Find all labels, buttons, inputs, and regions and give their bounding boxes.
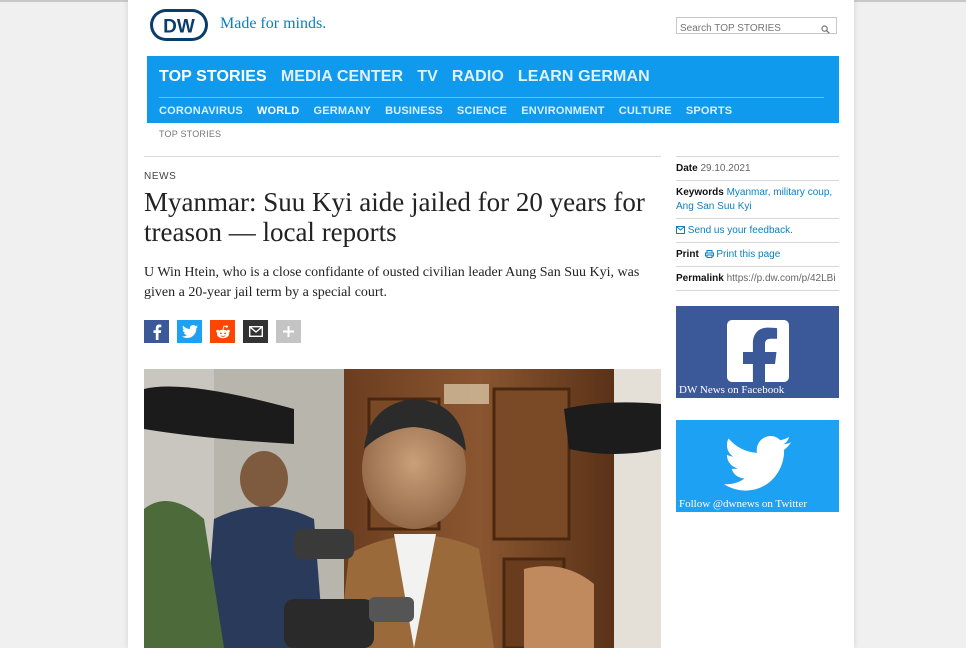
main-navigation: TOP STORIES MEDIA CENTER TV RADIO LEARN … xyxy=(147,56,839,123)
meta-print-label: Print xyxy=(676,249,699,260)
share-twitter-button[interactable] xyxy=(177,320,202,343)
share-email-button[interactable] xyxy=(243,320,268,343)
meta-permalink-label: Permalink xyxy=(676,273,724,284)
tagline: Made for minds. xyxy=(220,15,327,32)
print-icon xyxy=(704,250,714,258)
nav-item-top-stories[interactable]: TOP STORIES xyxy=(159,68,267,86)
meta-date: Date 29.10.2021 xyxy=(676,156,839,180)
nav-secondary: CORONAVIRUS WORLD GERMANY BUSINESS SCIEN… xyxy=(159,105,732,117)
subnav-item-culture[interactable]: CULTURE xyxy=(619,105,672,117)
search-icon[interactable] xyxy=(821,21,830,39)
facebook-promo[interactable]: DW News on Facebook xyxy=(676,306,839,398)
subnav-item-sports[interactable]: SPORTS xyxy=(686,105,732,117)
facebook-promo-caption: DW News on Facebook xyxy=(679,384,785,396)
meta-print: Print Print this page xyxy=(676,242,839,266)
meta-date-label: Date xyxy=(676,163,698,174)
subnav-item-world[interactable]: WORLD xyxy=(257,105,300,117)
meta-permalink-value[interactable]: https://p.dw.com/p/42LBi xyxy=(727,273,836,284)
subnav-item-environment[interactable]: ENVIRONMENT xyxy=(521,105,604,117)
nav-primary: TOP STORIES MEDIA CENTER TV RADIO LEARN … xyxy=(159,68,650,86)
dw-logo[interactable]: DW xyxy=(150,8,208,42)
share-facebook-button[interactable] xyxy=(144,320,169,343)
email-icon xyxy=(248,326,263,337)
meta-feedback: Send us your feedback. xyxy=(676,218,839,242)
nav-item-radio[interactable]: RADIO xyxy=(452,68,504,86)
subnav-item-germany[interactable]: GERMANY xyxy=(313,105,371,117)
print-link[interactable]: Print this page xyxy=(716,249,780,260)
nav-item-learn-german[interactable]: LEARN GERMAN xyxy=(518,68,650,86)
meta-keywords: Keywords Myanmar, military coup, Ang San… xyxy=(676,180,839,218)
twitter-icon xyxy=(181,325,198,338)
svg-text:DW: DW xyxy=(163,17,195,38)
article-divider xyxy=(144,156,661,157)
share-bar xyxy=(144,320,301,343)
article-headline: Myanmar: Suu Kyi aide jailed for 20 year… xyxy=(144,187,645,247)
photo-u-win-htein xyxy=(144,369,661,648)
twitter-promo[interactable]: Follow @dwnews on Twitter xyxy=(676,420,839,512)
reddit-icon xyxy=(215,324,230,338)
share-reddit-button[interactable] xyxy=(210,320,235,343)
subnav-item-coronavirus[interactable]: CORONAVIRUS xyxy=(159,105,243,117)
page-container: DW Made for minds. TOP STORIES MEDIA CEN… xyxy=(128,0,854,648)
meta-date-value: 29.10.2021 xyxy=(700,163,751,174)
article-photo[interactable] xyxy=(144,369,661,648)
twitter-promo-caption: Follow @dwnews on Twitter xyxy=(679,498,808,510)
breadcrumb[interactable]: TOP STORIES xyxy=(159,129,221,139)
share-more-button[interactable] xyxy=(276,320,301,343)
meta-permalink: Permalink https://p.dw.com/p/42LBi xyxy=(676,266,839,291)
nav-divider xyxy=(159,97,824,98)
feedback-link[interactable]: Send us your feedback. xyxy=(688,225,793,236)
article-lede: U Win Htein, who is a close confidante o… xyxy=(144,265,640,300)
subnav-item-business[interactable]: BUSINESS xyxy=(385,105,443,117)
search-box[interactable] xyxy=(676,17,837,36)
facebook-icon xyxy=(153,324,161,340)
plus-icon xyxy=(283,326,294,337)
nav-item-media-center[interactable]: MEDIA CENTER xyxy=(281,68,403,86)
feedback-icon xyxy=(676,226,685,234)
article-meta: Date 29.10.2021 Keywords Myanmar, milita… xyxy=(676,156,839,291)
search-input[interactable] xyxy=(677,21,815,36)
meta-keywords-label: Keywords xyxy=(676,187,724,198)
subnav-item-science[interactable]: SCIENCE xyxy=(457,105,507,117)
nav-item-tv[interactable]: TV xyxy=(417,68,438,86)
article-kicker: NEWS xyxy=(144,171,177,182)
